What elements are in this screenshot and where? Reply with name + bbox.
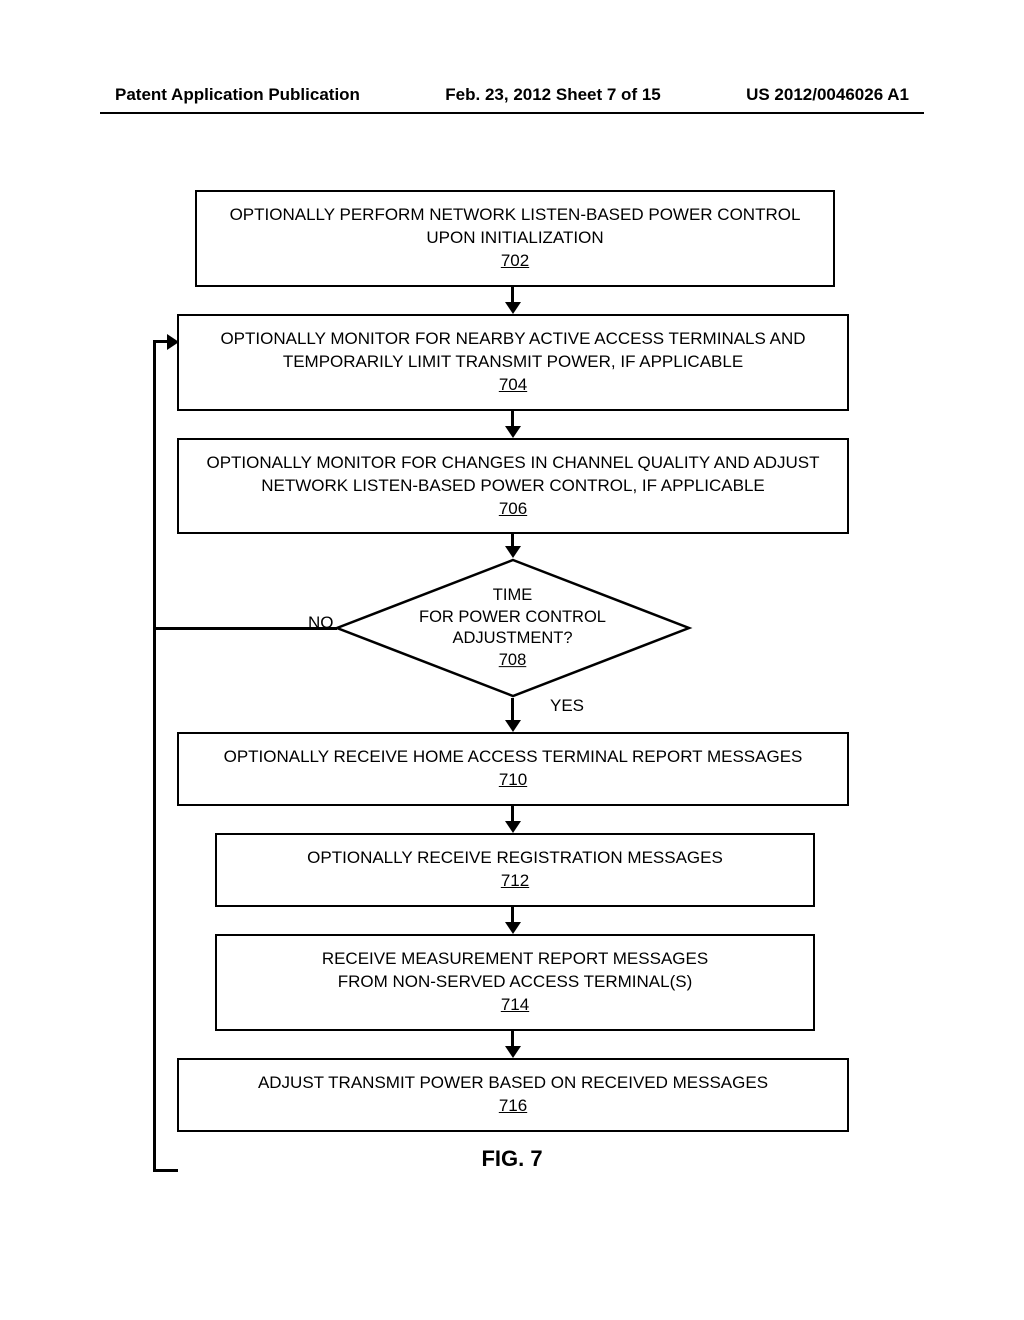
- step-714-text2: FROM NON-SERVED ACCESS TERMINAL(S): [237, 971, 793, 994]
- flowchart: OPTIONALLY PERFORM NETWORK LISTEN-BASED …: [155, 190, 870, 1132]
- arrow-down-icon: [505, 302, 521, 314]
- step-702-text: OPTIONALLY PERFORM NETWORK LISTEN-BASED …: [217, 204, 813, 250]
- decision-no-label: NO: [308, 613, 334, 633]
- arrow-down-icon: [505, 720, 521, 732]
- header-center: Feb. 23, 2012 Sheet 7 of 15: [445, 85, 660, 105]
- decision-line2: FOR POWER CONTROL: [419, 608, 606, 626]
- arrow-down-icon: [505, 426, 521, 438]
- step-710-text: OPTIONALLY RECEIVE HOME ACCESS TERMINAL …: [199, 746, 827, 769]
- connector: [511, 411, 514, 426]
- decision-708: TIME FOR POWER CONTROL ADJUSTMENT? 708 N…: [155, 558, 870, 698]
- header-left: Patent Application Publication: [115, 85, 360, 105]
- figure-caption: FIG. 7: [0, 1146, 1024, 1172]
- loopback-line-vertical: [153, 342, 156, 1172]
- step-706-text: OPTIONALLY MONITOR FOR CHANGES IN CHANNE…: [199, 452, 827, 498]
- connector: [511, 907, 514, 922]
- header-rule: [100, 112, 924, 114]
- step-704-num: 704: [199, 374, 827, 397]
- connector: [511, 1031, 514, 1046]
- arrow-down-icon: [505, 821, 521, 833]
- connector: [511, 534, 514, 546]
- step-702: OPTIONALLY PERFORM NETWORK LISTEN-BASED …: [195, 190, 835, 287]
- step-716-text: ADJUST TRANSMIT POWER BASED ON RECEIVED …: [199, 1072, 827, 1095]
- step-712: OPTIONALLY RECEIVE REGISTRATION MESSAGES…: [215, 833, 815, 907]
- step-714-text1: RECEIVE MEASUREMENT REPORT MESSAGES: [237, 948, 793, 971]
- step-706: OPTIONALLY MONITOR FOR CHANGES IN CHANNE…: [177, 438, 849, 535]
- decision-line3: ADJUSTMENT?: [452, 629, 572, 647]
- arrow-down-icon: [505, 546, 521, 558]
- step-714: RECEIVE MEASUREMENT REPORT MESSAGES FROM…: [215, 934, 815, 1031]
- step-714-num: 714: [237, 994, 793, 1017]
- decision-708-text: TIME FOR POWER CONTROL ADJUSTMENT? 708: [383, 586, 643, 672]
- step-716-num: 716: [199, 1095, 827, 1118]
- step-710: OPTIONALLY RECEIVE HOME ACCESS TERMINAL …: [177, 732, 849, 806]
- connector: [511, 287, 514, 302]
- header-right: US 2012/0046026 A1: [746, 85, 909, 105]
- step-706-num: 706: [199, 498, 827, 521]
- decision-708-num: 708: [499, 651, 527, 669]
- step-702-num: 702: [217, 250, 813, 273]
- connector: [511, 698, 514, 720]
- step-712-text: OPTIONALLY RECEIVE REGISTRATION MESSAGES: [237, 847, 793, 870]
- step-704: OPTIONALLY MONITOR FOR NEARBY ACTIVE ACC…: [177, 314, 849, 411]
- decision-yes-label: YES: [550, 696, 584, 716]
- decision-line1: TIME: [493, 587, 532, 605]
- connector: [511, 806, 514, 821]
- arrow-down-icon: [505, 922, 521, 934]
- header: Patent Application Publication Feb. 23, …: [115, 85, 909, 105]
- step-716: ADJUST TRANSMIT POWER BASED ON RECEIVED …: [177, 1058, 849, 1132]
- step-710-num: 710: [199, 769, 827, 792]
- arrow-down-icon: [505, 1046, 521, 1058]
- step-704-text: OPTIONALLY MONITOR FOR NEARBY ACTIVE ACC…: [199, 328, 827, 374]
- step-712-num: 712: [237, 870, 793, 893]
